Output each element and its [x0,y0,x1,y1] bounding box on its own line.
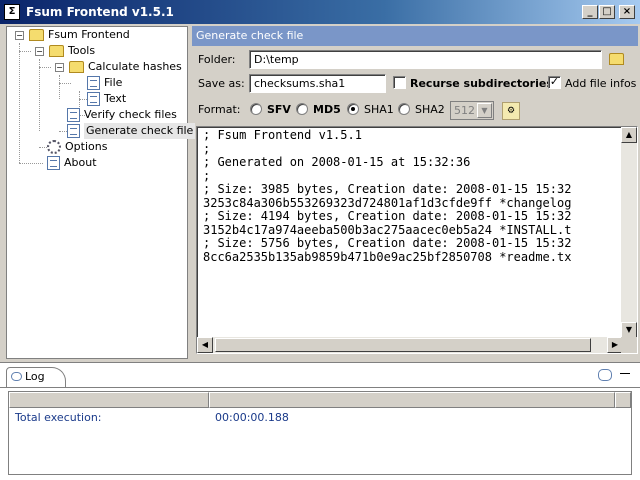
folder-open-icon [69,61,84,73]
gear-icon [47,140,61,154]
scroll-left-icon[interactable]: ◀ [197,337,213,353]
log-column-header[interactable] [209,392,615,408]
recurse-label: Recurse subdirectories [410,77,553,90]
tree-item-text[interactable]: Text [87,91,126,107]
tree-item-file[interactable]: File [87,75,122,91]
folder-browse-icon [609,53,624,65]
tree-item-label: Tools [68,44,96,57]
panel-header: Generate check file [192,26,638,46]
output-line: 3253c84a306b553269323d724801af1d3cfde9ff… [203,195,572,210]
output-line: ; Fsum Frontend v1.5.1 [203,129,362,142]
tree-item-label: Calculate hashes [88,60,182,73]
tree-toggle-root[interactable]: − [15,31,24,40]
recurse-checkbox[interactable] [393,76,406,89]
maximize-button[interactable]: □ [599,5,615,19]
generate-panel: Generate check file Folder: D:\temp Save… [192,26,638,359]
format-sha2-radio[interactable] [398,103,410,115]
tree-item-label: About [64,156,97,169]
format-md5-radio[interactable] [296,103,308,115]
output-line: ; [203,141,211,156]
tree-item-verify[interactable]: Verify check files [67,107,177,123]
file-icon [87,76,100,90]
tree-item-tools[interactable]: Tools [49,43,95,59]
app-icon: Σ [4,4,20,20]
minimize-button[interactable]: _ [582,5,598,19]
output-line: ; Generated on 2008-01-15 at 15:32:36 [203,155,471,169]
folder-icon [49,45,64,57]
scroll-corner [621,337,637,353]
sha2-bits-value: 512 [454,104,475,117]
format-sha2-label: SHA2 [415,103,445,116]
tree-item-generate[interactable]: Generate check file [67,123,196,139]
folder-label: Folder: [198,53,236,66]
folder-icon [29,29,44,41]
output-line: ; Size: 4194 bytes, Creation date: 2008-… [203,209,572,223]
log-row-label: Total execution: [15,411,102,424]
tree-toggle-tools[interactable]: − [35,47,44,56]
saveas-input[interactable]: checksums.sha1 [249,74,386,93]
text-icon [87,92,100,106]
scroll-up-icon[interactable]: ▲ [621,127,637,143]
addinfo-checkbox[interactable]: ✓ [548,76,561,89]
output-text: ; Fsum Frontend v1.5.1;; Generated on 20… [203,129,613,264]
tree-item-about[interactable]: About [47,155,97,171]
tree-item-label: Fsum Frontend [48,28,130,41]
format-sha1-label: SHA1 [364,103,394,116]
log-row-value: 00:00:00.188 [215,411,289,424]
chevron-down-icon: ▼ [477,103,492,118]
main-area: − Fsum Frontend − Tools − Calculate hash… [0,24,640,360]
horizontal-scroll-thumb[interactable] [215,338,591,352]
log-panel: Log Total execution: 00:00:00.188 [0,362,640,480]
log-icon [11,372,22,381]
tab-log[interactable]: Log [6,367,66,387]
window-title: Fsum Frontend v1.5.1 [26,5,174,19]
folder-input[interactable]: D:\temp [249,50,602,69]
tree-item-label: Options [65,140,108,153]
format-md5-label: MD5 [313,103,341,116]
tree-item-calculate-hashes[interactable]: Calculate hashes [69,59,182,75]
output-line: 3152b4c17a974aeeba500b3ac275aacec0eb5a24… [203,222,572,237]
tree-item-label: Verify check files [84,108,177,121]
generate-icon [67,124,80,138]
tree-item-label: File [104,76,123,89]
log-column-header[interactable] [615,392,631,408]
title-bar[interactable]: Σ Fsum Frontend v1.5.1 _ □ × [0,0,640,24]
sha2-bits-select[interactable]: 512 ▼ [450,101,494,120]
addinfo-label: Add file infos [565,77,637,90]
tab-log-label: Log [25,370,45,383]
scroll-down-icon[interactable]: ▼ [621,322,637,338]
output-line: ; Size: 5756 bytes, Creation date: 2008-… [203,236,572,250]
close-button[interactable]: × [619,5,635,19]
tree-item-root[interactable]: Fsum Frontend [29,27,130,43]
tree-toggle-calculate[interactable]: − [55,63,64,72]
generate-icon-button[interactable]: ⚙ [502,102,520,120]
output-text-area[interactable]: ; Fsum Frontend v1.5.1;; Generated on 20… [196,126,638,354]
output-line: 8cc6a2535b135ab9859b471b0e9ac25bf2850708… [203,249,572,264]
clear-log-icon[interactable] [598,369,612,381]
log-table: Total execution: 00:00:00.188 [8,391,632,475]
log-column-header[interactable] [9,392,209,408]
tree-item-options[interactable]: Options [47,139,107,155]
vertical-scrollbar[interactable]: ▲ ▼ [621,127,637,338]
tree-item-label: Text [104,92,127,105]
about-icon [47,156,60,170]
minimize-log-icon[interactable] [620,373,630,374]
format-sfv-radio[interactable] [250,103,262,115]
saveas-label: Save as: [198,77,245,90]
generate-action-icon: ⚙ [506,106,516,116]
format-label: Format: [198,103,241,116]
output-line: ; [203,168,211,183]
verify-icon [67,108,80,122]
horizontal-scrollbar[interactable]: ◀ ▶ [197,337,623,353]
tree-item-label: Generate check file [84,123,196,139]
navigation-tree: − Fsum Frontend − Tools − Calculate hash… [6,26,196,359]
browse-folder-button[interactable] [609,51,629,69]
format-sha1-radio[interactable] [347,103,359,115]
output-line: ; Size: 3985 bytes, Creation date: 2008-… [203,182,572,196]
format-sfv-label: SFV [267,103,291,116]
